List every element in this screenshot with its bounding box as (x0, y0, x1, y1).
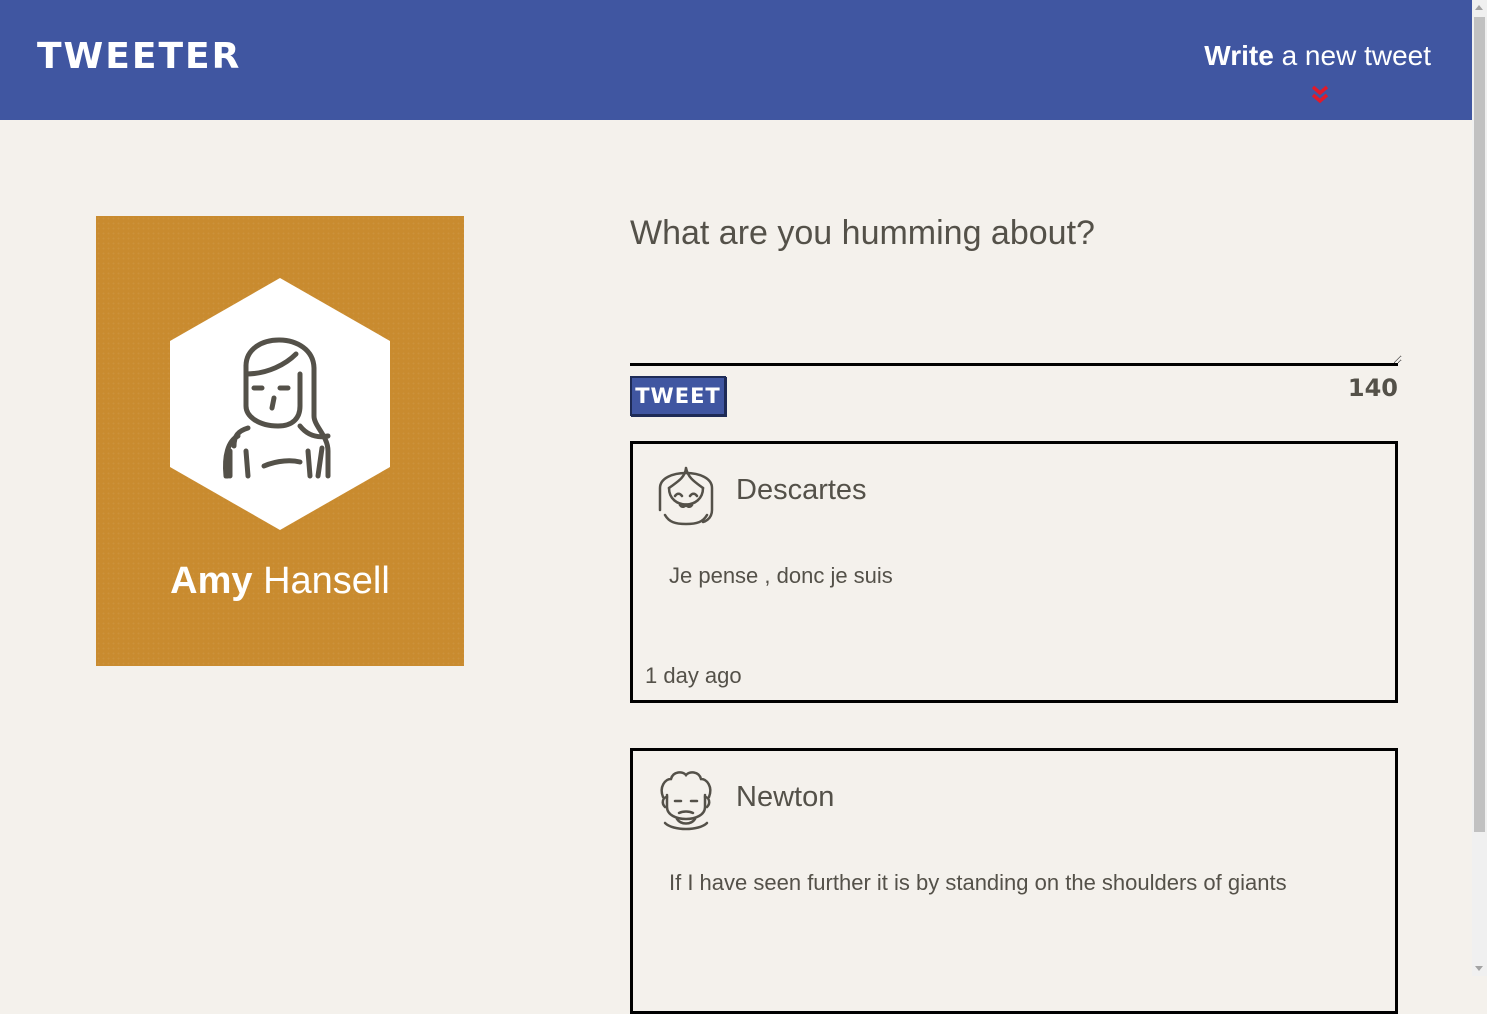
woman-avatar-icon (170, 278, 390, 530)
write-new-tweet-link[interactable]: Write a new tweet (1204, 40, 1431, 72)
scroll-up-arrow-icon[interactable] (1475, 5, 1483, 10)
compose-link-text: a new tweet (1273, 40, 1431, 71)
compose-prompt: What are you humming about? (630, 214, 1095, 252)
tweet-content: If I have seen further it is by standing… (669, 870, 1287, 895)
tweet-card: Descartes Je pense , donc je suis 1 day … (630, 441, 1398, 703)
profile-first-name: Amy (170, 560, 253, 602)
tweet-content: Je pense , donc je suis (669, 563, 893, 588)
girl-face-avatar-icon (658, 466, 714, 526)
tweet-card: Newton If I have seen further it is by s… (630, 748, 1398, 1014)
compose-link-bold: Write (1204, 40, 1274, 71)
tweet-author: Descartes (736, 474, 867, 506)
profile-last-name: Hansell (252, 560, 390, 602)
character-counter: 140 (1347, 374, 1398, 402)
tweet-author: Newton (736, 781, 835, 813)
scroll-down-arrow-icon[interactable] (1475, 966, 1483, 971)
logo[interactable]: TWEETER (37, 36, 241, 77)
profile-name: Amy Hansell (96, 560, 464, 603)
tweet-textarea[interactable] (630, 270, 1402, 364)
scrollbar-thumb[interactable] (1474, 17, 1485, 832)
profile-card: Amy Hansell (96, 216, 464, 666)
double-chevron-down-icon[interactable] (1309, 84, 1331, 106)
tweet-button[interactable]: TWEET (630, 376, 726, 416)
compose-divider (630, 363, 1398, 366)
curly-hair-face-avatar-icon (660, 771, 712, 831)
scrollbar[interactable] (1472, 0, 1487, 976)
tweet-timestamp: 1 day ago (645, 663, 742, 688)
navbar: TWEETER Write a new tweet (0, 0, 1472, 120)
